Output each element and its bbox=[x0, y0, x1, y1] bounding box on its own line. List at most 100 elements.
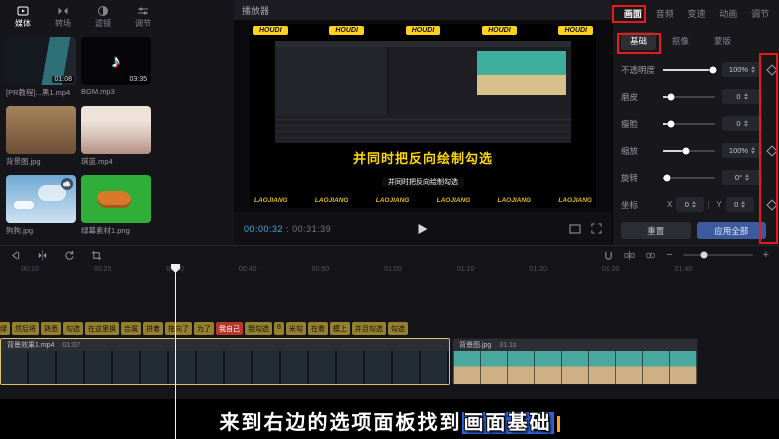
link-icon[interactable] bbox=[645, 250, 656, 261]
text-segment[interactable]: 然后将 bbox=[12, 322, 39, 335]
text-segment[interactable]: 米勾 bbox=[286, 322, 306, 335]
opacity-slider[interactable] bbox=[663, 69, 715, 71]
media-item-qilan[interactable]: 琪蓝.mp4 bbox=[81, 106, 151, 167]
subtab-basic[interactable]: 基础 bbox=[621, 32, 656, 50]
laojiang-watermark: LAOJIANG bbox=[376, 197, 410, 204]
ratio-icon[interactable] bbox=[569, 224, 581, 234]
position-x-box[interactable]: 0 bbox=[676, 197, 704, 212]
text-segment[interactable]: 拼着 bbox=[143, 322, 163, 335]
toolbar-item-transitions[interactable]: 转场 bbox=[44, 3, 82, 31]
ruler-label: 01:30 bbox=[602, 266, 620, 273]
rotation-slider[interactable] bbox=[663, 177, 715, 179]
tab-audio[interactable]: 音频 bbox=[649, 7, 681, 20]
keyframe-icon[interactable] bbox=[766, 145, 777, 156]
media-item-greenscreen[interactable]: 绿幕素材1.png bbox=[81, 175, 151, 236]
magnet-icon[interactable] bbox=[603, 250, 614, 261]
toolbar-item-media[interactable]: 媒体 bbox=[4, 3, 42, 31]
zoom-knob[interactable] bbox=[700, 252, 707, 259]
tab-animation[interactable]: 动画 bbox=[712, 7, 744, 20]
slider-knob[interactable] bbox=[664, 174, 671, 181]
ruler-label: 00:50 bbox=[312, 266, 330, 273]
subtab-cutout[interactable]: 抠像 bbox=[663, 32, 698, 50]
y-axis-label: Y bbox=[716, 200, 721, 209]
tab-speed[interactable]: 变速 bbox=[681, 7, 713, 20]
media-item-background[interactable]: 背景图.jpg bbox=[6, 106, 76, 167]
rotate-icon[interactable] bbox=[64, 250, 75, 261]
playhead[interactable] bbox=[175, 264, 176, 439]
clip-name: 背景图.jpg bbox=[459, 340, 491, 350]
prop-label: 旋转 bbox=[621, 172, 663, 184]
text-segment[interactable]: 绿 bbox=[0, 322, 10, 335]
text-segment[interactable]: 模上 bbox=[330, 322, 350, 335]
properties-rows: 不透明度 100% 磨皮 0 瘦脸 0 缩放 100% bbox=[613, 56, 779, 218]
apply-all-button[interactable]: 应用全部 bbox=[697, 222, 767, 239]
reset-button[interactable]: 重置 bbox=[621, 222, 691, 239]
reverse-icon[interactable] bbox=[10, 250, 21, 261]
player-controls-right bbox=[569, 223, 602, 234]
fullscreen-icon[interactable] bbox=[591, 223, 602, 234]
text-segment[interactable]: 在这里换 bbox=[85, 322, 119, 335]
timeline-ruler[interactable]: 00:1000:2000:3000:4000:5001:0001:1001:20… bbox=[0, 264, 779, 278]
text-segment[interactable]: 我自己 bbox=[216, 322, 243, 335]
rotation-value-box[interactable]: 0° bbox=[722, 170, 762, 185]
text-segment[interactable]: 8 bbox=[274, 322, 284, 335]
stepper-arrows[interactable] bbox=[751, 147, 755, 155]
scale-value-box[interactable]: 100% bbox=[722, 143, 762, 158]
subtab-mask[interactable]: 蒙版 bbox=[705, 32, 740, 50]
watermark-top-row: HOUDIHOUDIHOUDIHOUDIHOUDI bbox=[253, 26, 593, 35]
slim-face-value-box[interactable]: 0 bbox=[722, 116, 762, 131]
text-segment[interactable]: 为了 bbox=[194, 322, 214, 335]
scale-slider[interactable] bbox=[663, 150, 715, 152]
play-button[interactable] bbox=[419, 224, 428, 234]
text-segment[interactable]: 在看 bbox=[308, 322, 328, 335]
media-item-dog[interactable]: 狗狗.jpg bbox=[6, 175, 76, 236]
stepper-arrows[interactable] bbox=[751, 66, 755, 74]
text-segment[interactable]: 我勾选 bbox=[245, 322, 272, 335]
stepper-arrows[interactable] bbox=[745, 174, 749, 182]
tab-adjust[interactable]: 调节 bbox=[744, 7, 776, 20]
clip-header: 背景效果1.mp4 01:07 bbox=[1, 339, 449, 351]
slim-face-slider[interactable] bbox=[663, 123, 715, 125]
text-segment[interactable]: 合属 bbox=[121, 322, 141, 335]
snap-icon[interactable] bbox=[624, 250, 635, 261]
text-segment[interactable]: 拖向了 bbox=[165, 322, 192, 335]
text-segment[interactable]: 勾选 bbox=[63, 322, 83, 335]
slider-knob[interactable] bbox=[667, 120, 674, 127]
keyframe-icon[interactable] bbox=[766, 64, 777, 75]
timeline-zoom-slider[interactable] bbox=[683, 254, 753, 256]
tab-picture[interactable]: 画面 bbox=[617, 7, 649, 20]
opacity-value-box[interactable]: 100% bbox=[722, 62, 762, 77]
zoom-in-button[interactable]: + bbox=[763, 250, 769, 260]
slider-knob[interactable] bbox=[683, 147, 690, 154]
smooth-skin-value-box[interactable]: 0 bbox=[722, 89, 762, 104]
clip-background-image[interactable]: 背景图.jpg 31.1s bbox=[452, 338, 698, 385]
video-caption: 并同时把反向绘制勾选 bbox=[250, 171, 596, 189]
media-item-bgm[interactable]: ♪ 03:35 BGM.mp3 bbox=[81, 37, 151, 98]
media-item-empty bbox=[156, 106, 226, 167]
mirror-icon[interactable] bbox=[37, 250, 48, 261]
stepper-arrows[interactable] bbox=[744, 120, 748, 128]
stepper-arrows[interactable] bbox=[744, 93, 748, 101]
keyframe-icon[interactable] bbox=[766, 199, 777, 210]
timeline-toolbar: − + bbox=[0, 246, 779, 264]
prop-label: 坐标 bbox=[621, 199, 663, 211]
stepper-arrows[interactable] bbox=[692, 201, 696, 209]
position-y-box[interactable]: 0 bbox=[726, 197, 754, 212]
clip-background-effect[interactable]: 背景效果1.mp4 01:07 bbox=[0, 338, 450, 385]
ruler-label: 00:20 bbox=[94, 266, 112, 273]
media-thumbnail: 01:08 bbox=[6, 37, 76, 85]
toolbar-item-filters[interactable]: 滤镜 bbox=[84, 3, 122, 31]
crop-icon[interactable] bbox=[91, 250, 102, 261]
subtitle-text: 来到右边的选项面板找到 bbox=[220, 412, 462, 434]
mini-editor-timeline bbox=[275, 116, 571, 143]
text-segment[interactable]: 熟悉 bbox=[41, 322, 61, 335]
smooth-skin-slider[interactable] bbox=[663, 96, 715, 98]
text-segment[interactable]: 勾选 bbox=[388, 322, 408, 335]
slider-knob[interactable] bbox=[667, 93, 674, 100]
toolbar-item-adjust[interactable]: 调节 bbox=[124, 3, 162, 31]
text-segment[interactable]: 并且勾选 bbox=[352, 322, 386, 335]
media-item-pr-tutorial[interactable]: 01:08 [PR教程]...黑1.mp4 bbox=[6, 37, 76, 98]
zoom-out-button[interactable]: − bbox=[666, 250, 672, 260]
stepper-arrows[interactable] bbox=[741, 201, 745, 209]
slider-knob[interactable] bbox=[709, 66, 716, 73]
